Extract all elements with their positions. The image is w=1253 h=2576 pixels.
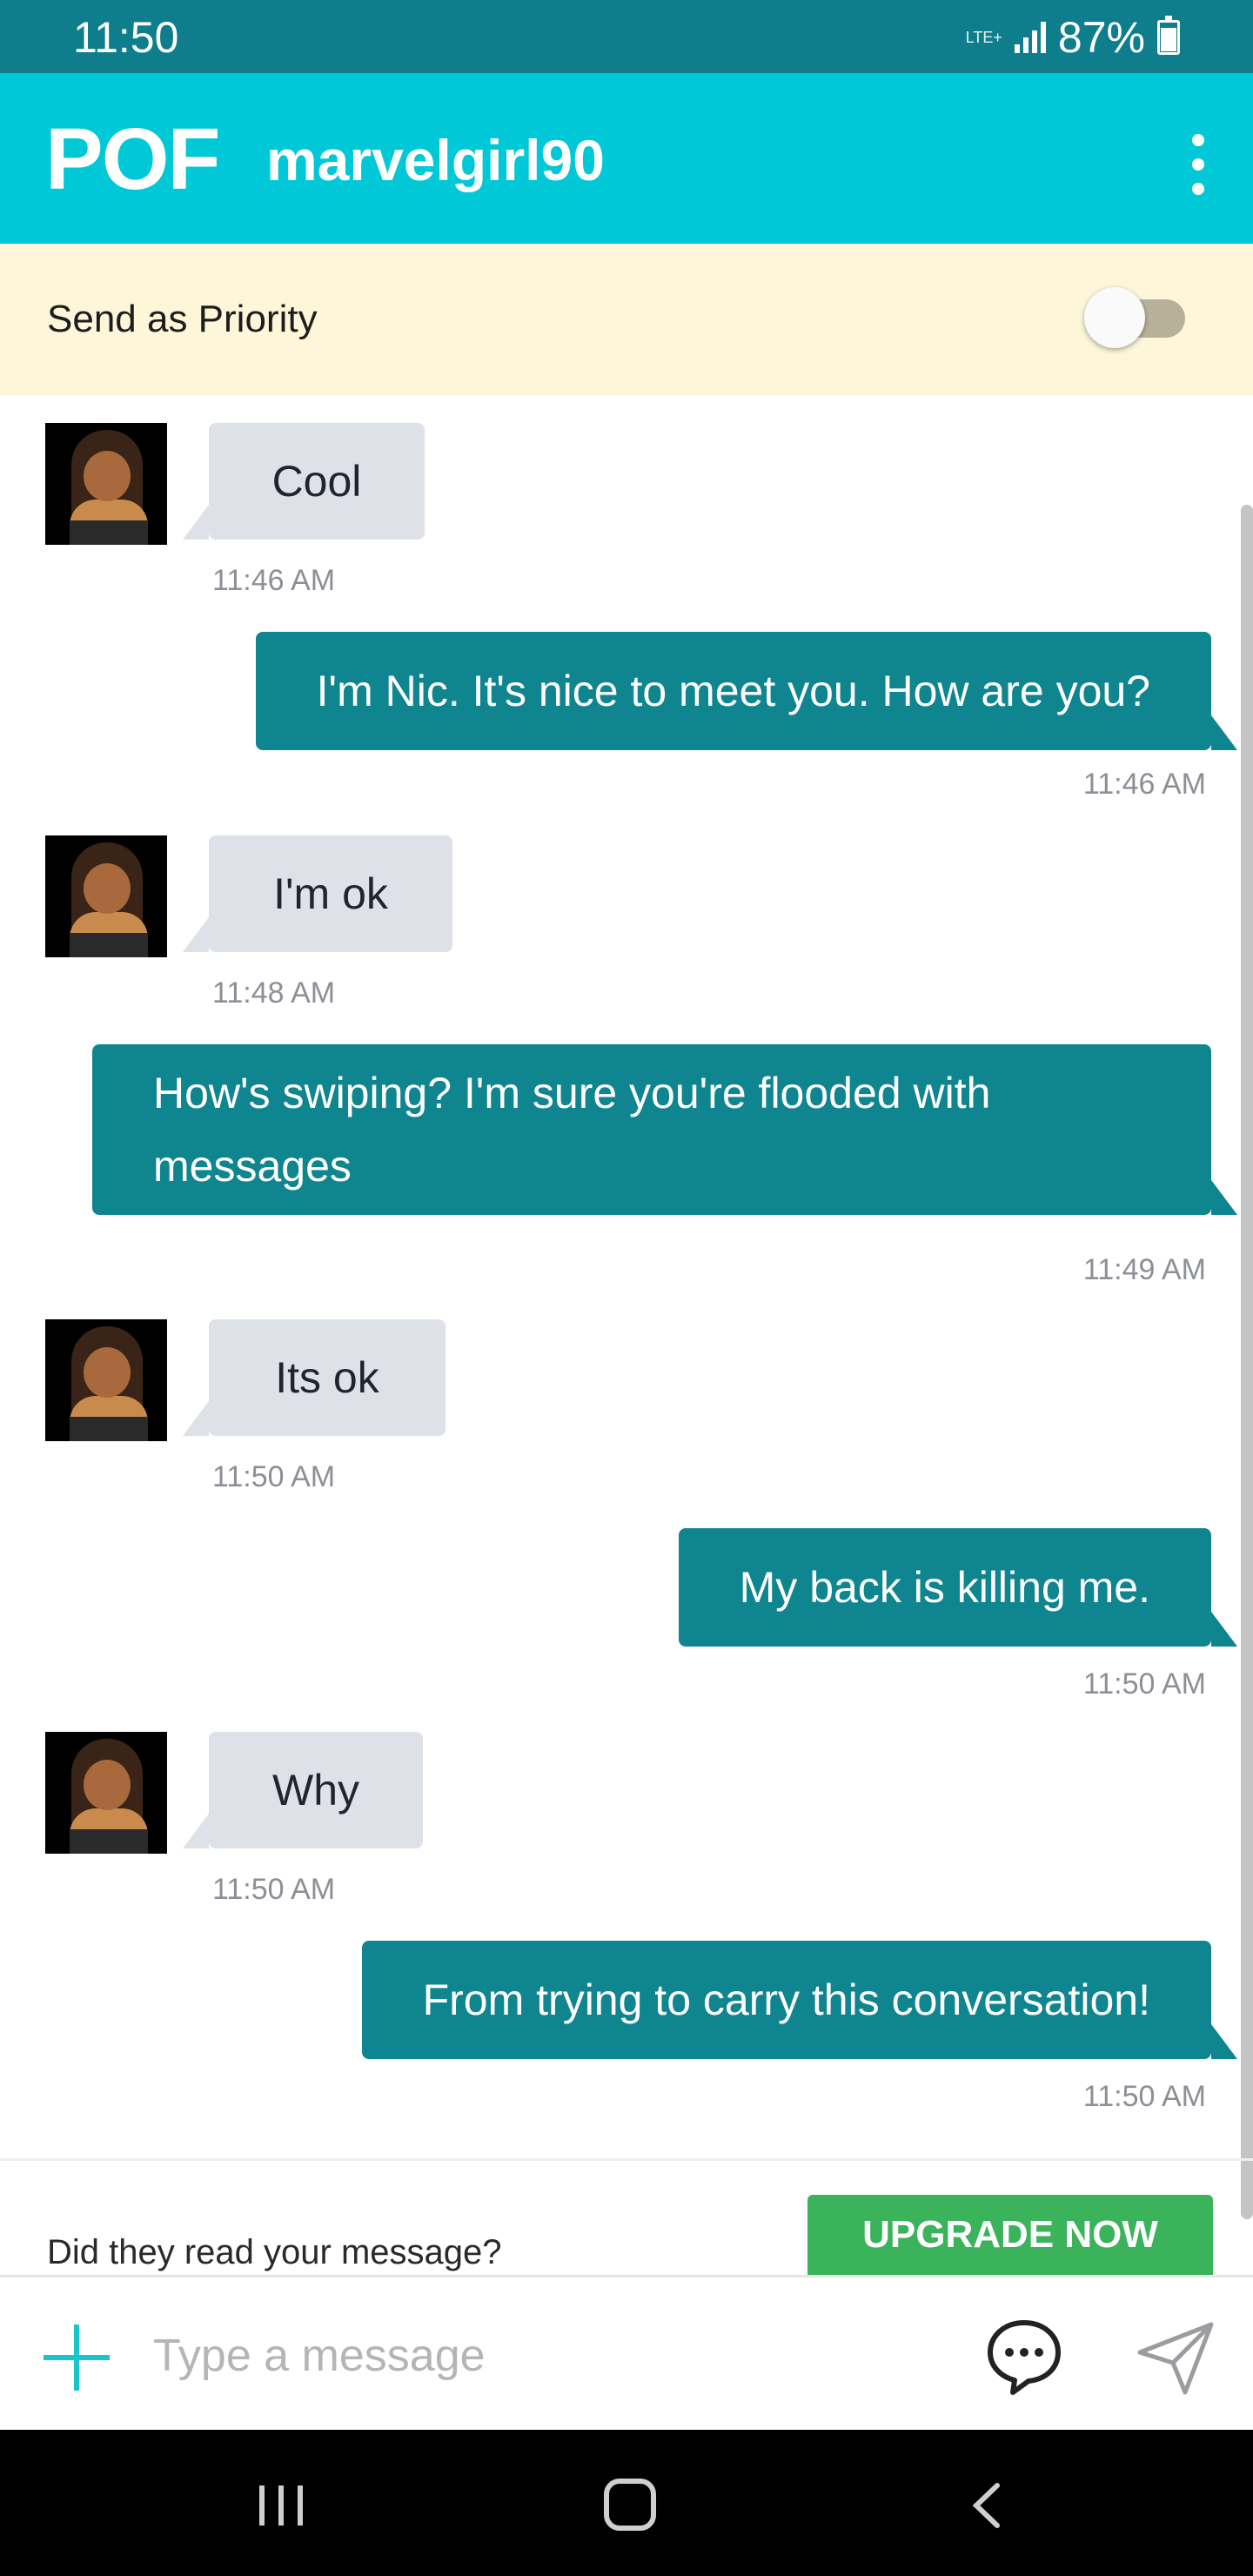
message-timestamp: 11:50 AM: [212, 1873, 336, 1906]
status-time: 11:50: [73, 13, 179, 62]
conversation-username[interactable]: marvelgirl90: [266, 127, 605, 193]
message-timestamp: 11:50 AM: [1082, 2080, 1206, 2113]
status-bar: 11:50 LTE+ 87%: [0, 0, 1253, 73]
signal-icon: [1014, 22, 1046, 53]
outgoing-message: How's swiping? I'm sure you're flooded w…: [92, 1044, 1237, 1215]
divider: [0, 2158, 1253, 2161]
status-indicators: LTE+ 87%: [966, 12, 1180, 63]
message-timestamp: 11:50 AM: [1082, 1667, 1206, 1701]
avatar[interactable]: [45, 835, 167, 957]
incoming-message: Why: [183, 1732, 423, 1848]
message-timestamp: 11:48 AM: [212, 976, 336, 1010]
nav-home-icon[interactable]: [604, 2479, 656, 2531]
compose-bar: [0, 2275, 1253, 2430]
plus-icon[interactable]: [44, 2324, 110, 2391]
incoming-message: Its ok: [183, 1319, 446, 1436]
outgoing-message: I'm Nic. It's nice to meet you. How are …: [255, 632, 1238, 750]
send-icon[interactable]: [1135, 2319, 1216, 2398]
app-header: POF marvelgirl90: [0, 73, 1253, 244]
scrollbar[interactable]: [1241, 505, 1253, 2219]
pof-logo: POF: [45, 111, 221, 208]
priority-bar: Send as Priority: [0, 244, 1253, 395]
nav-recent-icon[interactable]: [259, 2485, 303, 2526]
message-input[interactable]: [153, 2312, 936, 2399]
priority-toggle[interactable]: [1084, 287, 1145, 348]
battery-icon: [1157, 16, 1180, 55]
message-timestamp: 11:46 AM: [1082, 768, 1206, 801]
chat-bubble-icon[interactable]: [983, 2316, 1065, 2398]
message-timestamp: 11:50 AM: [212, 1460, 336, 1493]
message-timestamp: 11:46 AM: [212, 564, 336, 597]
avatar[interactable]: [45, 423, 167, 545]
nav-back-icon[interactable]: [968, 2482, 1006, 2529]
incoming-message: I'm ok: [183, 835, 452, 952]
upgrade-now-button[interactable]: UPGRADE NOW: [807, 2195, 1213, 2275]
kebab-menu-icon[interactable]: [1185, 134, 1211, 195]
system-nav-bar: [0, 2430, 1253, 2576]
message-timestamp: 11:49 AM: [1082, 1253, 1206, 1286]
priority-label: Send as Priority: [47, 298, 318, 340]
avatar[interactable]: [45, 1319, 167, 1441]
outgoing-message: My back is killing me.: [678, 1528, 1238, 1647]
network-type: LTE+: [965, 29, 1002, 46]
avatar[interactable]: [45, 1732, 167, 1854]
battery-percent: 87%: [1057, 13, 1145, 62]
read-receipt-prompt: Did they read your message?: [47, 2233, 502, 2271]
outgoing-message: From trying to carry this conversation!: [361, 1941, 1238, 2059]
incoming-message: Cool: [183, 423, 425, 540]
